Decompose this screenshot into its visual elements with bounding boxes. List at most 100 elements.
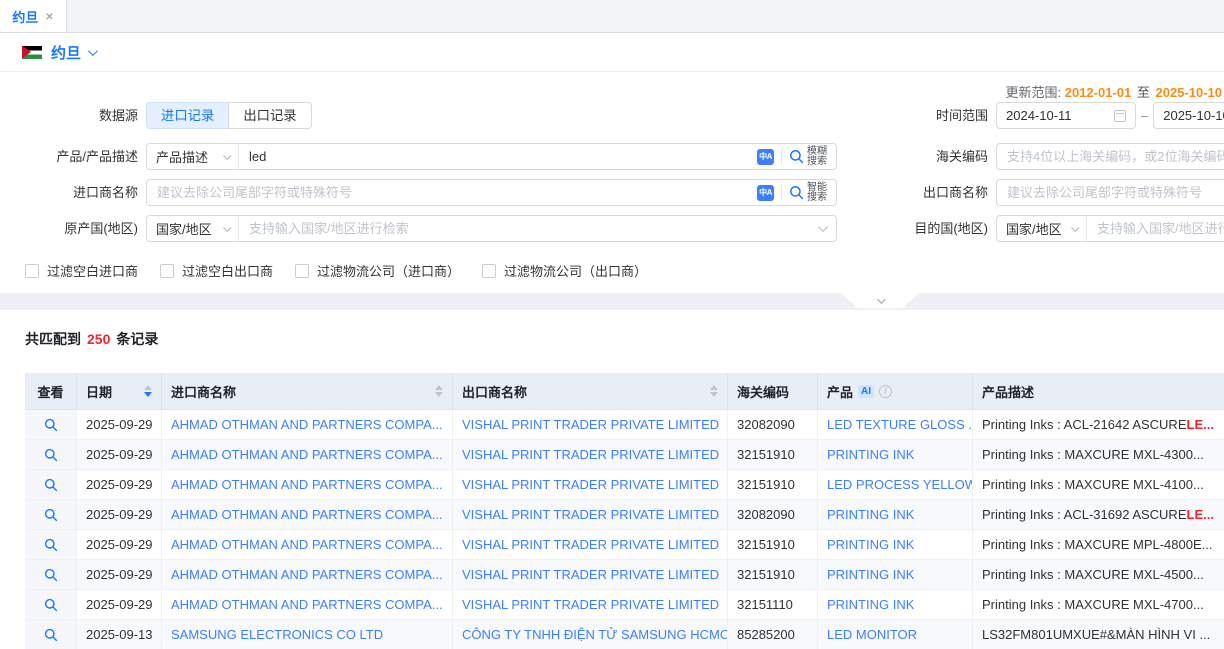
hs-code-cell: 32151910 [728,530,818,559]
chevron-down-icon [223,151,231,159]
product-type-select[interactable]: 产品描述 [147,144,239,169]
country-name[interactable]: 约旦 [51,42,81,63]
exporter-link[interactable]: VISHAL PRINT TRADER PRIVATE LIMITED [453,410,728,439]
table-row: 2025-09-29 AHMAD OTHMAN AND PARTNERS COM… [25,470,1224,500]
divider [781,185,782,201]
update-range-end: 2025-10-10 [1156,85,1223,100]
product-desc-cell: Printing Inks : MAXCURE MXL-4700... [973,590,1224,619]
smart-search-button[interactable]: 智能搜索 [789,183,836,203]
checkbox-filter-logistics-importer[interactable]: 过滤物流公司（进口商） [295,261,460,280]
chevron-down-icon[interactable] [88,46,98,56]
exporter-link[interactable]: VISHAL PRINT TRADER PRIVATE LIMITED [453,560,728,589]
product-desc-cell: Printing Inks : MAXCURE MXL-4100... [973,470,1224,499]
checkbox-filter-blank-importer[interactable]: 过滤空白进口商 [25,261,138,280]
hs-code-cell: 32151910 [728,470,818,499]
product-search-input[interactable] [239,149,757,164]
view-record-button[interactable] [25,440,77,469]
view-record-button[interactable] [25,590,77,619]
hs-code-field [996,143,1224,170]
date-cell: 2025-09-13 [77,620,162,649]
view-record-button[interactable] [25,530,77,559]
product-link[interactable]: PRINTING INK [818,530,973,559]
destination-region-select[interactable]: 国家/地区 [997,216,1087,241]
view-record-button[interactable] [25,560,77,589]
view-record-button[interactable] [25,470,77,499]
origin-input[interactable] [239,221,818,236]
importer-link[interactable]: AHMAD OTHMAN AND PARTNERS COMPA... [162,500,453,529]
fuzzy-search-button[interactable]: 模糊搜索 [789,147,836,167]
calendar-icon [1114,110,1126,122]
importer-link[interactable]: AHMAD OTHMAN AND PARTNERS COMPA... [162,590,453,619]
importer-link[interactable]: AHMAD OTHMAN AND PARTNERS COMPA... [162,440,453,469]
exporter-link[interactable]: VISHAL PRINT TRADER PRIVATE LIMITED [453,530,728,559]
table-header: 查看 日期 进口商名称 出口商名称 海关编码 产品 AI i 产品描述 [25,373,1224,410]
importer-link[interactable]: AHMAD OTHMAN AND PARTNERS COMPA... [162,470,453,499]
origin-region-select[interactable]: 国家/地区 [147,216,239,241]
product-desc-cell: Printing Inks : MAXCURE MPL-4800E... [973,530,1224,559]
desc-text: Printing Inks : ACL-21642 ASCURE [982,417,1187,432]
desc-text: LS32FM801UMXUE#&MÀN HÌNH VI ... [982,627,1210,642]
view-record-button[interactable] [25,620,77,649]
view-record-button[interactable] [25,500,77,529]
date-cell: 2025-09-29 [77,590,162,619]
importer-input[interactable] [147,185,757,200]
product-link[interactable]: LED PROCESS YELLOW... [818,470,973,499]
search-icon [44,508,58,522]
exporter-link[interactable]: CÔNG TY TNHH ĐIỆN TỬ SAMSUNG HCMC... [453,620,728,649]
importer-link[interactable]: SAMSUNG ELECTRONICS CO LTD [162,620,453,649]
table-body: 2025-09-29 AHMAD OTHMAN AND PARTNERS COM… [25,410,1224,649]
importer-link[interactable]: AHMAD OTHMAN AND PARTNERS COMPA... [162,410,453,439]
date-end-input[interactable]: 2025-10-10 [1153,102,1224,129]
table-row: 2025-09-29 AHMAD OTHMAN AND PARTNERS COM… [25,440,1224,470]
importer-link[interactable]: AHMAD OTHMAN AND PARTNERS COMPA... [162,560,453,589]
checkbox-label: 过滤物流公司（出口商） [504,261,647,280]
hs-code-cell: 32082090 [728,410,818,439]
close-icon[interactable]: × [45,9,53,23]
import-records-button[interactable]: 进口记录 [146,102,229,129]
collapse-filter-handle[interactable] [841,293,919,308]
hs-code-cell: 32151910 [728,440,818,469]
importer-link[interactable]: AHMAD OTHMAN AND PARTNERS COMPA... [162,530,453,559]
destination-input[interactable] [1087,221,1224,236]
exporter-link[interactable]: VISHAL PRINT TRADER PRIVATE LIMITED [453,590,728,619]
hs-code-cell: 85285200 [728,620,818,649]
product-link[interactable]: PRINTING INK [818,590,973,619]
exporter-field [996,179,1224,206]
date-start-input[interactable]: 2024-10-11 [996,102,1136,129]
tab-label: 约旦 [12,7,38,26]
product-search-group: 产品描述 中A 模糊搜索 [146,143,837,170]
translate-icon[interactable]: 中A [757,149,774,165]
product-link[interactable]: PRINTING INK [818,560,973,589]
product-desc-cell: Printing Inks : ACL-21642 ASCURE LE... [973,410,1224,439]
hs-code-input[interactable] [997,149,1224,164]
exporter-link[interactable]: VISHAL PRINT TRADER PRIVATE LIMITED [453,470,728,499]
table-row: 2025-09-13 SAMSUNG ELECTRONICS CO LTD CÔ… [25,620,1224,649]
product-desc-cell: Printing Inks : MAXCURE MXL-4300... [973,440,1224,469]
view-record-button[interactable] [25,410,77,439]
product-link[interactable]: LED MONITOR [818,620,973,649]
translate-icon[interactable]: 中A [757,185,774,201]
sort-importer-control[interactable] [429,385,443,397]
date-cell: 2025-09-29 [77,440,162,469]
product-desc-cell: Printing Inks : MAXCURE MXL-4500... [973,560,1224,589]
checkbox-filter-blank-exporter[interactable]: 过滤空白出口商 [160,261,273,280]
product-link[interactable]: PRINTING INK [818,500,973,529]
sort-date-control[interactable] [138,385,152,397]
product-label: 产品/产品描述 [0,143,138,170]
checkbox-filter-logistics-exporter[interactable]: 过滤物流公司（出口商） [482,261,647,280]
product-link[interactable]: LED TEXTURE GLOSS ... [818,410,973,439]
ai-badge: AI [858,385,874,398]
hs-code-label: 海关编码 [858,143,988,170]
exporter-input[interactable] [997,185,1224,200]
time-range-pickers: 2024-10-11 – 2025-10-10 [996,102,1224,129]
search-icon [44,628,58,642]
info-icon[interactable]: i [879,385,892,398]
product-link[interactable]: PRINTING INK [818,440,973,469]
exporter-link[interactable]: VISHAL PRINT TRADER PRIVATE LIMITED [453,440,728,469]
match-count: 250 [87,331,110,347]
export-records-button[interactable]: 出口记录 [228,102,311,129]
sort-exporter-control[interactable] [704,385,718,397]
tab-jordan[interactable]: 约旦 × [0,0,67,32]
exporter-link[interactable]: VISHAL PRINT TRADER PRIVATE LIMITED [453,500,728,529]
jordan-flag-icon [22,46,42,59]
